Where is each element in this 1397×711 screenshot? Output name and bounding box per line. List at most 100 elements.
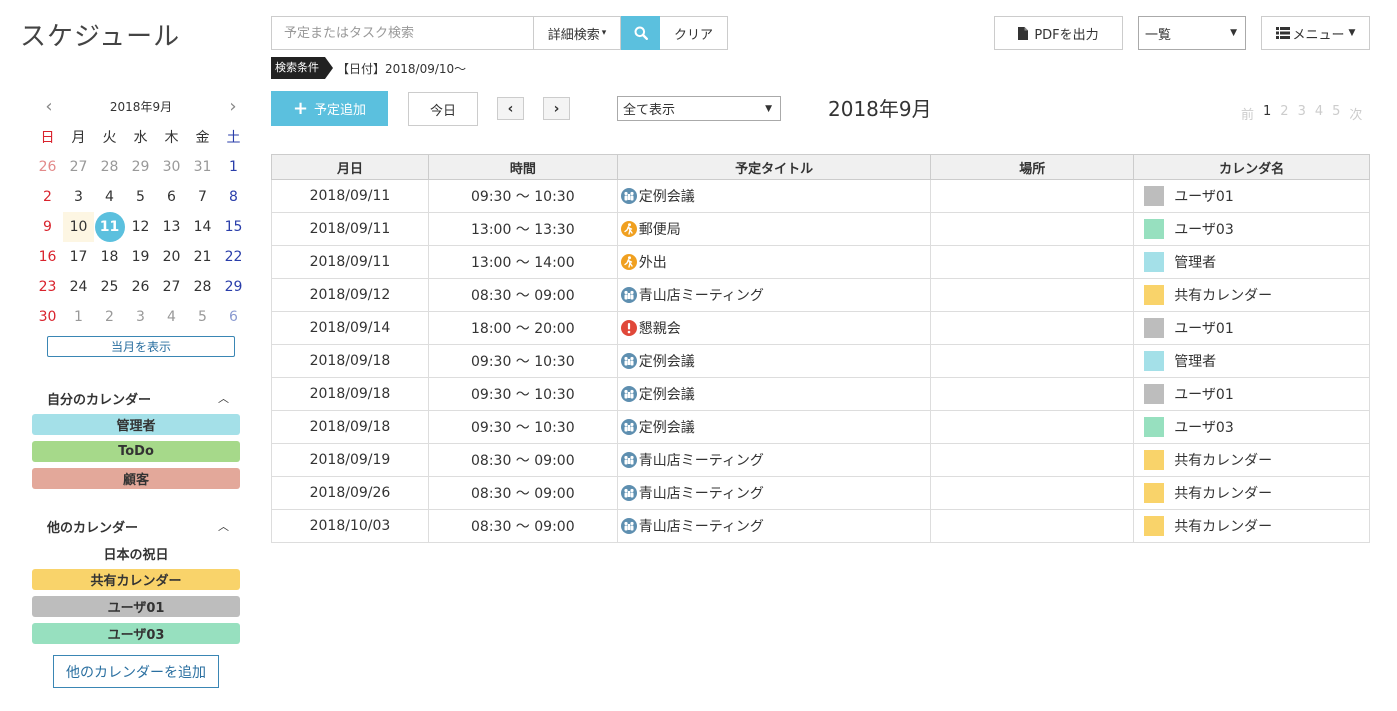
pager-page[interactable]: 3: [1298, 104, 1306, 123]
show-current-month-button[interactable]: 当月を表示: [47, 336, 235, 357]
today-button[interactable]: 今日: [408, 92, 478, 126]
mini-calendar-day[interactable]: 3: [63, 182, 94, 212]
mini-calendar-day[interactable]: 6: [218, 302, 249, 332]
mini-calendar-day[interactable]: 30: [156, 152, 187, 182]
mini-calendar-day[interactable]: 16: [32, 242, 63, 272]
event-title[interactable]: 外出: [639, 252, 667, 272]
chevron-left-icon[interactable]: ‹: [42, 96, 56, 117]
table-row[interactable]: 2018/09/12 08:30 〜 09:00 青山店ミーティング 共有カレンダー: [271, 278, 1370, 312]
pager-page[interactable]: 5: [1332, 104, 1340, 123]
mini-calendar-day[interactable]: 18: [94, 242, 125, 272]
mini-calendar-day[interactable]: 27: [156, 272, 187, 302]
mini-calendar-day[interactable]: 28: [94, 152, 125, 182]
mini-calendar-day[interactable]: 2: [94, 302, 125, 332]
clear-button[interactable]: クリア: [660, 16, 728, 50]
mini-calendar-day[interactable]: 15: [218, 212, 249, 242]
mini-calendar-day[interactable]: 29: [125, 152, 156, 182]
table-row[interactable]: 2018/09/11 09:30 〜 10:30 定例会議 ユーザ01: [271, 179, 1370, 213]
calendar-item-holidays[interactable]: 日本の祝日: [32, 544, 240, 563]
column-header-time[interactable]: 時間: [427, 154, 618, 180]
pager-prev[interactable]: 前: [1241, 104, 1254, 123]
calendar-pill-admin[interactable]: 管理者: [32, 414, 240, 435]
advanced-search-button[interactable]: 詳細検索 ▾: [533, 16, 621, 50]
calendar-pill-todo[interactable]: ToDo: [32, 441, 240, 462]
next-month-button[interactable]: ›: [543, 97, 570, 120]
cell-title[interactable]: 青山店ミーティング: [616, 509, 932, 543]
cell-title[interactable]: 定例会議: [616, 179, 932, 213]
mini-calendar-day[interactable]: 24: [63, 272, 94, 302]
table-row[interactable]: 2018/09/11 13:00 〜 14:00 外出 管理者: [271, 245, 1370, 279]
prev-month-button[interactable]: ‹: [497, 97, 524, 120]
mini-calendar-day[interactable]: 5: [125, 182, 156, 212]
event-title[interactable]: 定例会議: [639, 186, 695, 206]
mini-calendar-day[interactable]: 20: [156, 242, 187, 272]
mini-calendar-day[interactable]: 9: [32, 212, 63, 242]
mini-calendar-today[interactable]: 11: [94, 212, 125, 242]
mini-calendar-day[interactable]: 26: [32, 152, 63, 182]
event-title[interactable]: 青山店ミーティング: [639, 450, 764, 470]
mini-calendar-day[interactable]: 10: [63, 212, 94, 242]
mini-calendar-day[interactable]: 21: [187, 242, 218, 272]
chevron-up-icon[interactable]: ︿: [218, 518, 229, 534]
table-row[interactable]: 2018/09/14 18:00 〜 20:00 懇親会 ユーザ01: [271, 311, 1370, 345]
chevron-up-icon[interactable]: ︿: [218, 390, 229, 406]
cell-title[interactable]: 定例会議: [616, 410, 932, 444]
menu-button[interactable]: メニュー ▼: [1261, 16, 1370, 50]
mini-calendar-day[interactable]: 30: [32, 302, 63, 332]
column-header-calendar[interactable]: カレンダ名: [1133, 154, 1370, 180]
pager-page[interactable]: 1: [1263, 104, 1271, 123]
cell-title[interactable]: 青山店ミーティング: [616, 278, 932, 312]
calendar-pill-user03[interactable]: ユーザ03: [32, 623, 240, 644]
table-row[interactable]: 2018/09/18 09:30 〜 10:30 定例会議 ユーザ03: [271, 410, 1370, 444]
column-header-place[interactable]: 場所: [930, 154, 1135, 180]
cell-title[interactable]: 青山店ミーティング: [616, 476, 932, 510]
mini-calendar-day[interactable]: 5: [187, 302, 218, 332]
mini-calendar-day[interactable]: 31: [187, 152, 218, 182]
table-row[interactable]: 2018/09/26 08:30 〜 09:00 青山店ミーティング 共有カレンダー: [271, 476, 1370, 510]
mini-calendar-day[interactable]: 22: [218, 242, 249, 272]
add-event-button[interactable]: + 予定追加: [271, 91, 388, 126]
mini-calendar-day[interactable]: 29: [218, 272, 249, 302]
table-row[interactable]: 2018/09/11 13:00 〜 13:30 郵便局 ユーザ03: [271, 212, 1370, 246]
mini-calendar-day[interactable]: 27: [63, 152, 94, 182]
mini-calendar-day[interactable]: 28: [187, 272, 218, 302]
pager-page[interactable]: 2: [1280, 104, 1288, 123]
event-title[interactable]: 青山店ミーティング: [639, 516, 764, 536]
event-title[interactable]: 定例会議: [639, 351, 695, 371]
calendar-pill-customer[interactable]: 顧客: [32, 468, 240, 489]
calendar-pill-shared[interactable]: 共有カレンダー: [32, 569, 240, 590]
event-title[interactable]: 青山店ミーティング: [639, 483, 764, 503]
mini-calendar-day[interactable]: 7: [187, 182, 218, 212]
search-button[interactable]: [621, 16, 660, 50]
cell-title[interactable]: 定例会議: [616, 344, 932, 378]
table-row[interactable]: 2018/09/19 08:30 〜 09:00 青山店ミーティング 共有カレンダー: [271, 443, 1370, 477]
mini-calendar-day[interactable]: 4: [156, 302, 187, 332]
mini-calendar-day[interactable]: 6: [156, 182, 187, 212]
table-row[interactable]: 2018/09/18 09:30 〜 10:30 定例会議 管理者: [271, 344, 1370, 378]
search-input[interactable]: [271, 16, 533, 50]
mini-calendar-day[interactable]: 26: [125, 272, 156, 302]
cell-title[interactable]: 定例会議: [616, 377, 932, 411]
mini-calendar-day[interactable]: 23: [32, 272, 63, 302]
mini-calendar-day[interactable]: 25: [94, 272, 125, 302]
calendar-pill-user01[interactable]: ユーザ01: [32, 596, 240, 617]
mini-calendar-day[interactable]: 8: [218, 182, 249, 212]
mini-calendar-day[interactable]: 14: [187, 212, 218, 242]
mini-calendar-day[interactable]: 13: [156, 212, 187, 242]
column-header-date[interactable]: 月日: [271, 154, 429, 180]
chevron-right-icon[interactable]: ›: [226, 96, 240, 117]
mini-calendar-day[interactable]: 19: [125, 242, 156, 272]
column-header-title[interactable]: 予定タイトル: [616, 154, 932, 180]
table-row[interactable]: 2018/09/18 09:30 〜 10:30 定例会議 ユーザ01: [271, 377, 1370, 411]
mini-calendar-day[interactable]: 3: [125, 302, 156, 332]
mini-calendar-day[interactable]: 2: [32, 182, 63, 212]
mini-calendar-day[interactable]: 4: [94, 182, 125, 212]
add-other-calendar-button[interactable]: 他のカレンダーを追加: [53, 655, 219, 688]
event-title[interactable]: 定例会議: [639, 417, 695, 437]
table-row[interactable]: 2018/10/03 08:30 〜 09:00 青山店ミーティング 共有カレンダー: [271, 509, 1370, 543]
cell-title[interactable]: 青山店ミーティング: [616, 443, 932, 477]
pager-page[interactable]: 4: [1315, 104, 1323, 123]
cell-title[interactable]: 懇親会: [616, 311, 932, 345]
display-filter-select[interactable]: 全て表示 ▼: [617, 96, 781, 121]
mini-calendar-day[interactable]: 1: [63, 302, 94, 332]
